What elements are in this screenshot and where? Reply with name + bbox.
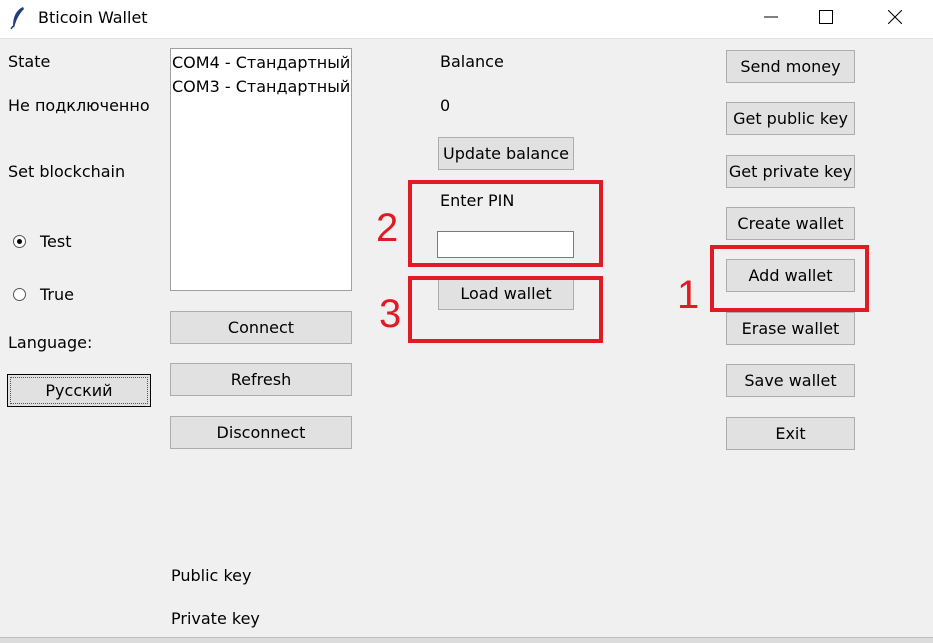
annotation-number-2: 2 (376, 206, 399, 250)
create-wallet-button[interactable]: Create wallet (726, 207, 855, 240)
annotation-box-2 (408, 180, 603, 267)
close-button[interactable] (872, 0, 918, 36)
disconnect-button[interactable]: Disconnect (170, 416, 352, 449)
balance-label: Balance (440, 52, 504, 71)
list-item[interactable]: COM4 - Стандартный (172, 51, 350, 75)
state-label: State (8, 52, 51, 71)
title-bar: Bticoin Wallet (0, 0, 933, 39)
ports-listbox[interactable]: COM4 - Стандартный COM3 - Стандартный (170, 48, 352, 291)
radio-true-label[interactable]: True (40, 285, 74, 305)
maximize-icon (819, 10, 833, 24)
state-value: Не подключенно (8, 96, 150, 115)
list-item[interactable]: COM3 - Стандартный (172, 75, 350, 99)
get-private-key-button[interactable]: Get private key (726, 155, 855, 188)
send-money-button[interactable]: Send money (726, 50, 855, 83)
blockchain-label: Set blockchain (8, 162, 126, 181)
radio-test[interactable] (13, 235, 26, 248)
window-title: Bticoin Wallet (38, 8, 148, 27)
get-public-key-button[interactable]: Get public key (726, 102, 855, 135)
balance-value: 0 (440, 96, 451, 115)
annotation-box-3 (408, 276, 603, 343)
language-label: Language: (8, 333, 93, 352)
radio-true[interactable] (13, 288, 26, 301)
minimize-button[interactable] (748, 0, 794, 36)
private-key-label: Private key (171, 609, 260, 628)
annotation-number-1: 1 (677, 273, 700, 317)
minimize-icon (764, 16, 778, 18)
refresh-button[interactable]: Refresh (170, 363, 352, 396)
exit-button[interactable]: Exit (726, 417, 855, 450)
language-button[interactable]: Русский (7, 374, 151, 407)
public-key-label: Public key (171, 566, 252, 585)
erase-wallet-button[interactable]: Erase wallet (726, 312, 855, 345)
annotation-box-1 (710, 245, 869, 312)
close-icon (888, 10, 902, 24)
window-bottom-edge (0, 637, 933, 643)
radio-test-label[interactable]: Test (40, 232, 72, 252)
maximize-button[interactable] (803, 0, 849, 36)
connect-button[interactable]: Connect (170, 311, 352, 344)
update-balance-button[interactable]: Update balance (438, 137, 574, 170)
feather-icon (10, 6, 26, 30)
annotation-number-3: 3 (379, 292, 402, 336)
save-wallet-button[interactable]: Save wallet (726, 364, 855, 397)
